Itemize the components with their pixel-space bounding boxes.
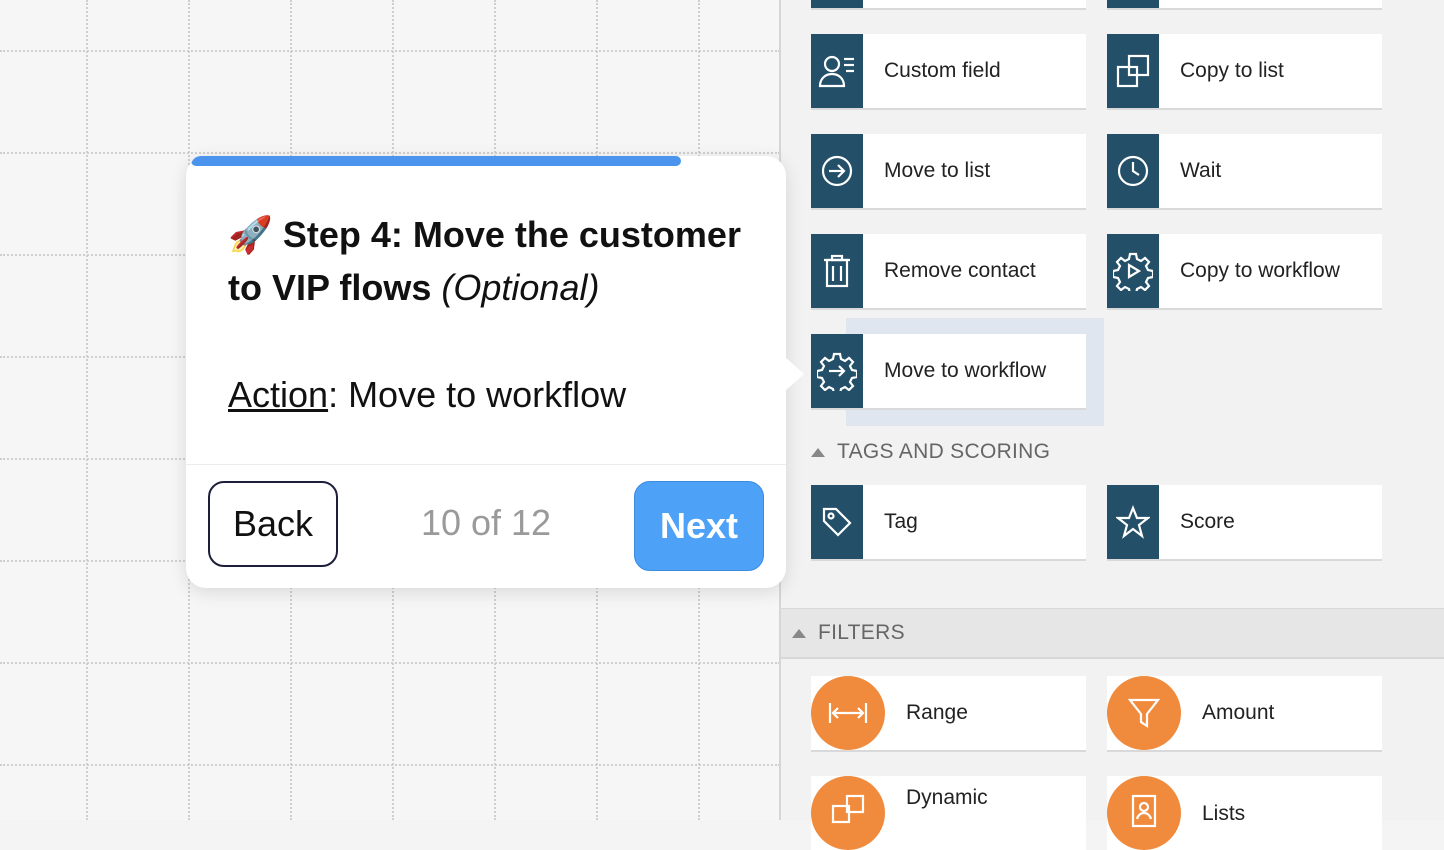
tooltip-title: 🚀 Step 4: Move the customer to VIP flows… (228, 208, 748, 314)
action-label: Custom field (884, 59, 1001, 82)
action-value: : Move to workflow (328, 374, 627, 415)
action-card-copy-to-list[interactable]: Copy to list (1107, 34, 1382, 108)
filter-label: Lists (1202, 802, 1246, 825)
range-icon (811, 676, 885, 750)
action-link-label: Action (228, 374, 329, 415)
next-button[interactable]: Next (634, 481, 764, 571)
action-card-score[interactable]: Score (1107, 485, 1382, 559)
step-counter: 10 of 12 (420, 502, 552, 543)
action-label: Remove contact (884, 259, 1036, 282)
custom-field-icon (811, 34, 863, 108)
tag-icon (811, 485, 863, 559)
filter-label: Range (906, 701, 968, 724)
action-label: Copy to workflow (1180, 259, 1340, 282)
filter-card-range[interactable]: Range (811, 676, 1086, 750)
tour-tooltip: 🚀 Step 4: Move the customer to VIP flows… (186, 156, 804, 588)
copy-icon (1107, 34, 1159, 108)
action-card-move-to-list[interactable]: Move to list (811, 134, 1086, 208)
action-card-custom-field[interactable]: Custom field (811, 34, 1086, 108)
action-label: Tag (884, 510, 918, 533)
action-card-move-to-workflow[interactable]: Move to workflow (811, 334, 1086, 408)
tooltip-arrow (784, 356, 804, 392)
section-title: TAGS AND SCORING (837, 440, 1051, 463)
grid-line (0, 764, 780, 766)
action-icon (811, 0, 863, 8)
action-card-partial[interactable] (811, 0, 1086, 8)
filter-label: Amount (1202, 701, 1275, 724)
arrow-circle-icon (811, 134, 863, 208)
trash-icon (811, 234, 863, 308)
funnel-icon (1107, 676, 1181, 750)
grid-line (86, 0, 88, 820)
back-button[interactable]: Back (208, 481, 338, 567)
section-title: FILTERS (818, 621, 905, 644)
filter-label: Dynamic (906, 786, 988, 809)
gear-play-icon (1107, 234, 1159, 308)
action-icon (1107, 0, 1159, 8)
action-label: Score (1180, 510, 1235, 533)
contact-list-icon (1107, 776, 1181, 850)
star-icon (1107, 485, 1159, 559)
action-card-wait[interactable]: Wait (1107, 134, 1382, 208)
grid-line (0, 152, 780, 154)
action-label: Copy to list (1180, 59, 1284, 82)
grid-line (0, 50, 780, 52)
gear-arrow-icon (811, 334, 863, 408)
filter-card-dynamic[interactable]: Dynamic (811, 776, 1086, 850)
filter-card-amount[interactable]: Amount (1107, 676, 1382, 750)
tooltip-action: Action: Move to workflow (228, 374, 626, 416)
action-card-tag[interactable]: Tag (811, 485, 1086, 559)
action-label: Move to list (884, 159, 991, 182)
section-header-tags[interactable]: TAGS AND SCORING (811, 440, 1050, 464)
filter-card-lists[interactable]: Lists (1107, 776, 1382, 850)
tour-progress-bar (191, 156, 781, 166)
dynamic-icon (811, 776, 885, 850)
collapse-triangle-icon (792, 628, 806, 638)
divider (186, 464, 786, 465)
action-label: Wait (1180, 159, 1222, 182)
section-header-filters[interactable]: FILTERS (792, 621, 905, 645)
collapse-triangle-icon (811, 447, 825, 457)
action-card-partial[interactable] (1107, 0, 1382, 8)
action-label: Move to workflow (884, 359, 1047, 382)
action-card-remove-contact[interactable]: Remove contact (811, 234, 1086, 308)
clock-icon (1107, 134, 1159, 208)
action-card-copy-to-workflow[interactable]: Copy to workflow (1107, 234, 1382, 308)
optional-label: (Optional) (441, 267, 600, 308)
tour-progress-fill (191, 156, 681, 166)
rocket-icon: 🚀 (228, 214, 273, 255)
grid-line (0, 662, 780, 664)
